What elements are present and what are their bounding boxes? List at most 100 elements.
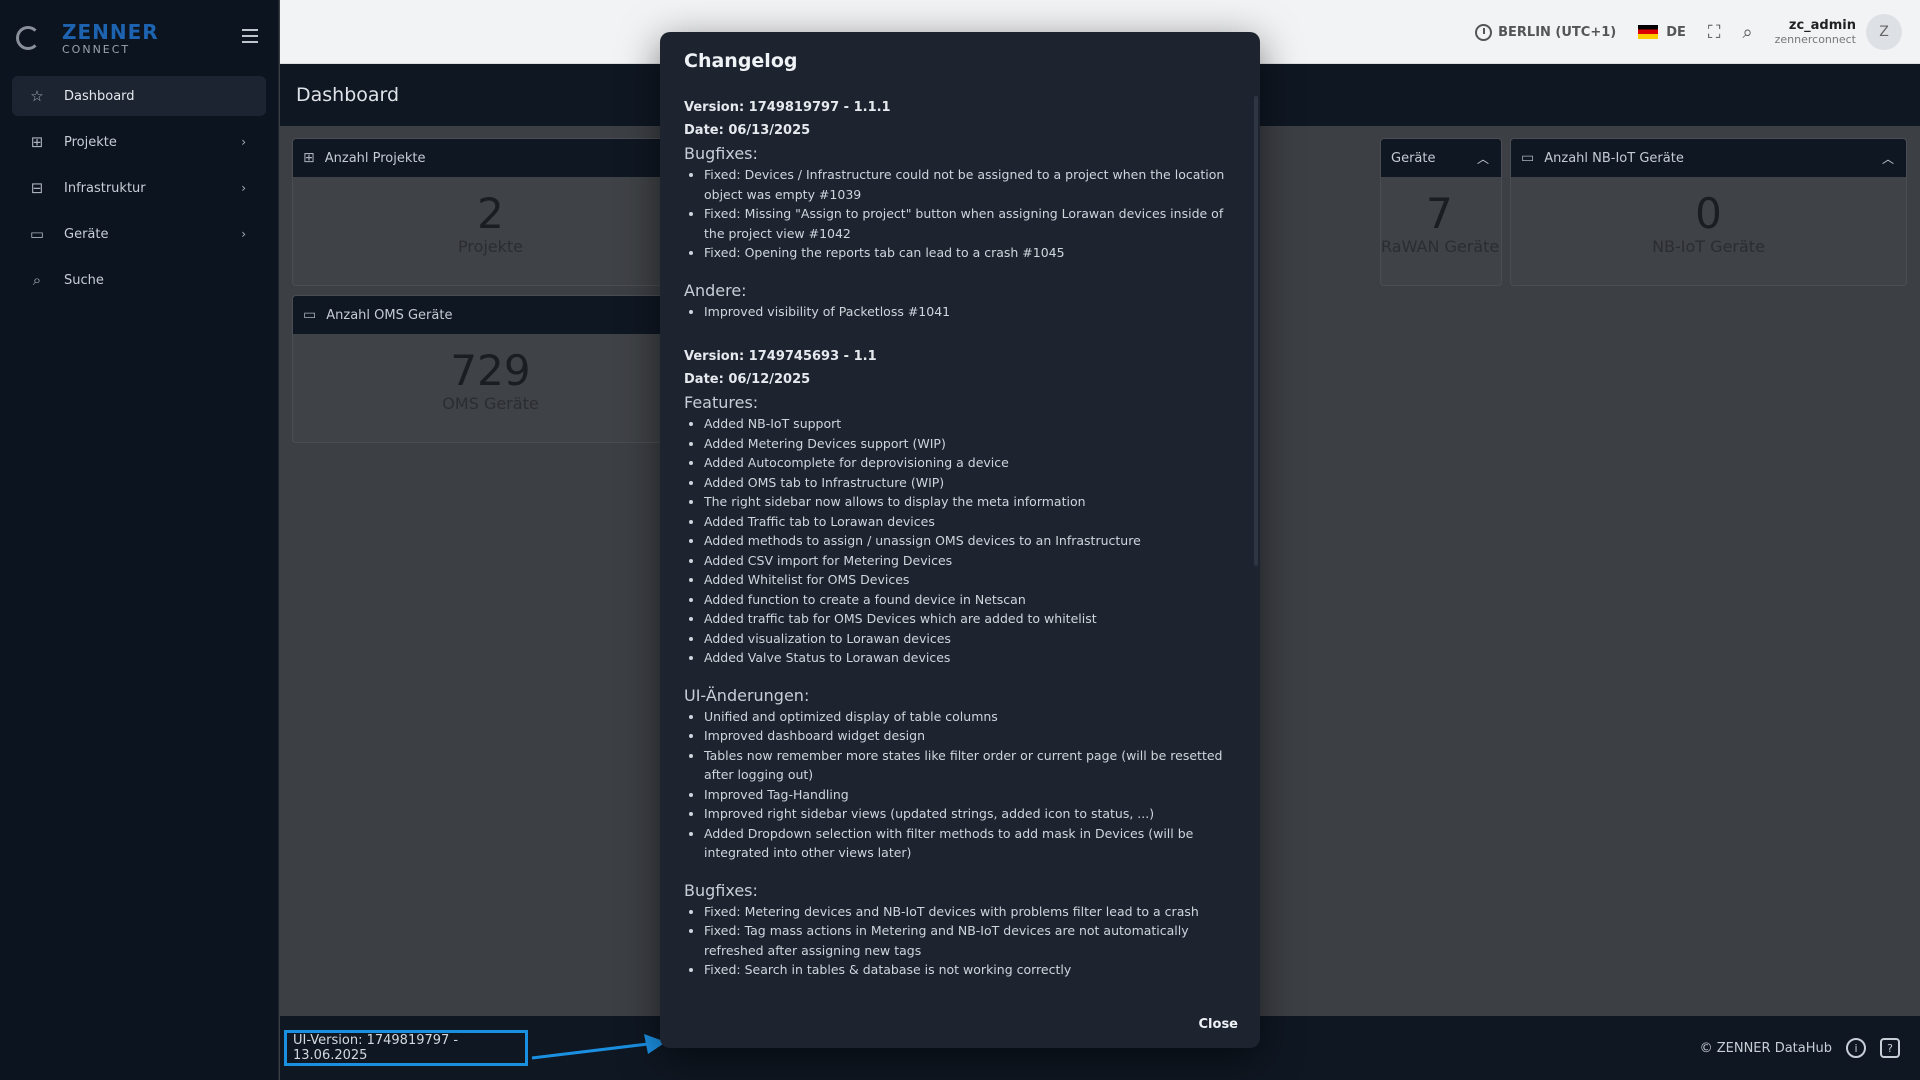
- fullscreen-icon[interactable]: ⛶: [1708, 22, 1721, 43]
- list-item: Added methods to assign / unassign OMS d…: [704, 531, 1236, 551]
- user-name: zc_admin: [1788, 18, 1856, 33]
- chevron-up-icon[interactable]: ︿: [1882, 150, 1894, 167]
- card-body: 7 RaWAN Geräte: [1381, 177, 1501, 257]
- list-item: Added Dropdown selection with filter met…: [704, 824, 1236, 863]
- list-item: Added CSV import for Metering Devices: [704, 551, 1236, 571]
- card-label: OMS Geräte: [442, 394, 539, 413]
- list-item: Added Traffic tab to Lorawan devices: [704, 512, 1236, 532]
- chevron-right-icon: ›: [241, 227, 246, 241]
- brand-text: ZENNER CONNECT: [62, 22, 159, 55]
- list-item: Improved visibility of Packetloss #1041: [704, 302, 1236, 322]
- devices-icon: ▭: [303, 307, 317, 323]
- section-title: Andere:: [684, 280, 747, 300]
- ui-version-link[interactable]: UI-Version: 1749819797 - 13.06.2025: [284, 1030, 528, 1066]
- list-item: Unified and optimized display of table c…: [704, 707, 1236, 727]
- user-menu[interactable]: zc_admin zennerconnect Z: [1775, 14, 1902, 50]
- chevron-right-icon: ›: [241, 135, 246, 149]
- changelog-dialog: Changelog Version: 1749819797 - 1.1.1 Da…: [660, 32, 1260, 1048]
- card-header: ▭ Anzahl OMS Geräte: [293, 296, 688, 334]
- annotation-arrow: [531, 1034, 666, 1060]
- list-item: Tables now remember more states like fil…: [704, 746, 1236, 785]
- star-icon: ☆: [30, 87, 44, 105]
- chevron-right-icon: ›: [241, 181, 246, 195]
- list-item: Fixed: Missing "Assign to project" butto…: [704, 204, 1236, 243]
- search-icon[interactable]: ⌕: [1743, 22, 1753, 43]
- german-flag-icon: [1638, 25, 1659, 39]
- sidebar-item-label: Infrastruktur: [64, 180, 146, 196]
- card-body: 2 Projekte: [293, 177, 688, 257]
- sidebar-item-suche[interactable]: ⌕ Suche: [12, 260, 266, 300]
- list-item: Added Autocomplete for deprovisioning a …: [704, 453, 1236, 473]
- list-item: Added NB-IoT support: [704, 414, 1236, 434]
- section-title: UI-Änderungen:: [684, 685, 810, 705]
- language-label: DE: [1666, 24, 1686, 40]
- list-item: Fixed: Metering devices and NB-IoT devic…: [704, 902, 1236, 922]
- info-icon[interactable]: i: [1846, 1038, 1866, 1058]
- version-date: Date: 06/12/2025: [684, 372, 811, 387]
- clock-icon: [1475, 23, 1493, 41]
- list-item: Added OMS tab to Infrastructure (WIP): [704, 473, 1236, 493]
- changelog-list: Improved visibility of Packetloss #1041: [684, 302, 1236, 322]
- card-title: Geräte: [1391, 150, 1436, 166]
- sidebar-item-label: Geräte: [64, 226, 109, 242]
- card-value: 2: [477, 189, 504, 238]
- card-oms: ▭ Anzahl OMS Geräte 729 OMS Geräte: [292, 295, 689, 443]
- brand-sub: CONNECT: [62, 42, 131, 56]
- version-heading: Version: 1749745693 - 1.1: [684, 349, 877, 364]
- section-title: Bugfixes:: [684, 144, 758, 163]
- hierarchy-icon: ⊞: [30, 133, 44, 151]
- chevron-up-icon[interactable]: ︿: [1477, 150, 1489, 167]
- list-item: Improved dashboard widget design: [704, 726, 1236, 746]
- menu-toggle-icon[interactable]: [242, 29, 258, 43]
- close-button[interactable]: Close: [1199, 1017, 1238, 1032]
- card-projekte: ⊞ Anzahl Projekte 2 Projekte: [292, 138, 689, 286]
- card-value: 7: [1426, 189, 1453, 238]
- list-item: The right sidebar now allows to display …: [704, 492, 1236, 512]
- version-date: Date: 06/13/2025: [684, 123, 811, 138]
- card-label: NB-IoT Geräte: [1652, 237, 1765, 256]
- card-value: 729: [450, 346, 531, 395]
- list-item: Improved right sidebar views (updated st…: [704, 804, 1236, 824]
- dialog-title: Changelog: [684, 50, 798, 72]
- sidebar-nav: ☆ Dashboard ⊞ Projekte › ⊟ Infrastruktur…: [0, 76, 278, 300]
- timezone-label: BERLIN (UTC+1): [1498, 24, 1617, 40]
- changelog-list: Unified and optimized display of table c…: [684, 707, 1236, 863]
- section-title: Features:: [684, 393, 759, 412]
- card-title: Anzahl OMS Geräte: [326, 307, 453, 323]
- devices-icon: ▭: [29, 225, 45, 243]
- sidebar-item-dashboard[interactable]: ☆ Dashboard: [12, 76, 266, 116]
- topbar-right: BERLIN (UTC+1) DE ⛶ ⌕ zc_admin zennercon…: [1475, 0, 1902, 64]
- list-item: Improved Tag-Handling: [704, 785, 1236, 805]
- changelog-list: Added NB-IoT support Added Metering Devi…: [684, 414, 1236, 668]
- dialog-scrollbar[interactable]: [1254, 96, 1258, 566]
- sidebar-item-projekte[interactable]: ⊞ Projekte ›: [12, 122, 266, 162]
- timezone-indicator[interactable]: BERLIN (UTC+1): [1475, 23, 1617, 41]
- card-value: 0: [1695, 189, 1722, 238]
- brand-name: ZENNER: [62, 19, 159, 44]
- list-item: Fixed: Devices / Infrastructure could no…: [704, 165, 1236, 204]
- card-header: ⊞ Anzahl Projekte: [293, 139, 688, 177]
- list-item: Fixed: Search in tables & database is no…: [704, 960, 1236, 980]
- card-body: 729 OMS Geräte: [293, 334, 688, 414]
- list-item: Added Metering Devices support (WIP): [704, 434, 1236, 454]
- changelog-content[interactable]: Version: 1749819797 - 1.1.1 Date: 06/13/…: [684, 96, 1236, 996]
- language-selector[interactable]: DE: [1638, 25, 1686, 40]
- card-header: Geräte ︿: [1381, 139, 1501, 177]
- sidebar-item-label: Dashboard: [64, 88, 135, 104]
- avatar[interactable]: Z: [1866, 14, 1902, 50]
- sidebar-item-label: Suche: [64, 272, 104, 288]
- hierarchy-icon: ⊞: [303, 150, 315, 166]
- sidebar-item-infrastruktur[interactable]: ⊟ Infrastruktur ›: [12, 168, 266, 208]
- sidebar: ZENNER CONNECT ☆ Dashboard ⊞ Projekte › …: [0, 0, 279, 1080]
- sidebar-item-geraete[interactable]: ▭ Geräte ›: [12, 214, 266, 254]
- help-icon[interactable]: ?: [1880, 1038, 1900, 1058]
- section-title: Bugfixes:: [684, 880, 758, 900]
- copyright-text: © ZENNER DataHub: [1699, 1040, 1832, 1056]
- zenner-logo-icon: [16, 26, 40, 50]
- list-item: Added Whitelist for OMS Devices: [704, 570, 1236, 590]
- search-icon: ⌕: [32, 271, 42, 289]
- devices-icon: ▭: [1521, 150, 1535, 166]
- card-body: 0 NB-IoT Geräte: [1511, 177, 1906, 257]
- card-nbiot: ▭ Anzahl NB-IoT Geräte ︿ 0 NB-IoT Geräte: [1510, 138, 1907, 286]
- card-lorawan: Geräte ︿ 7 RaWAN Geräte: [1380, 138, 1502, 286]
